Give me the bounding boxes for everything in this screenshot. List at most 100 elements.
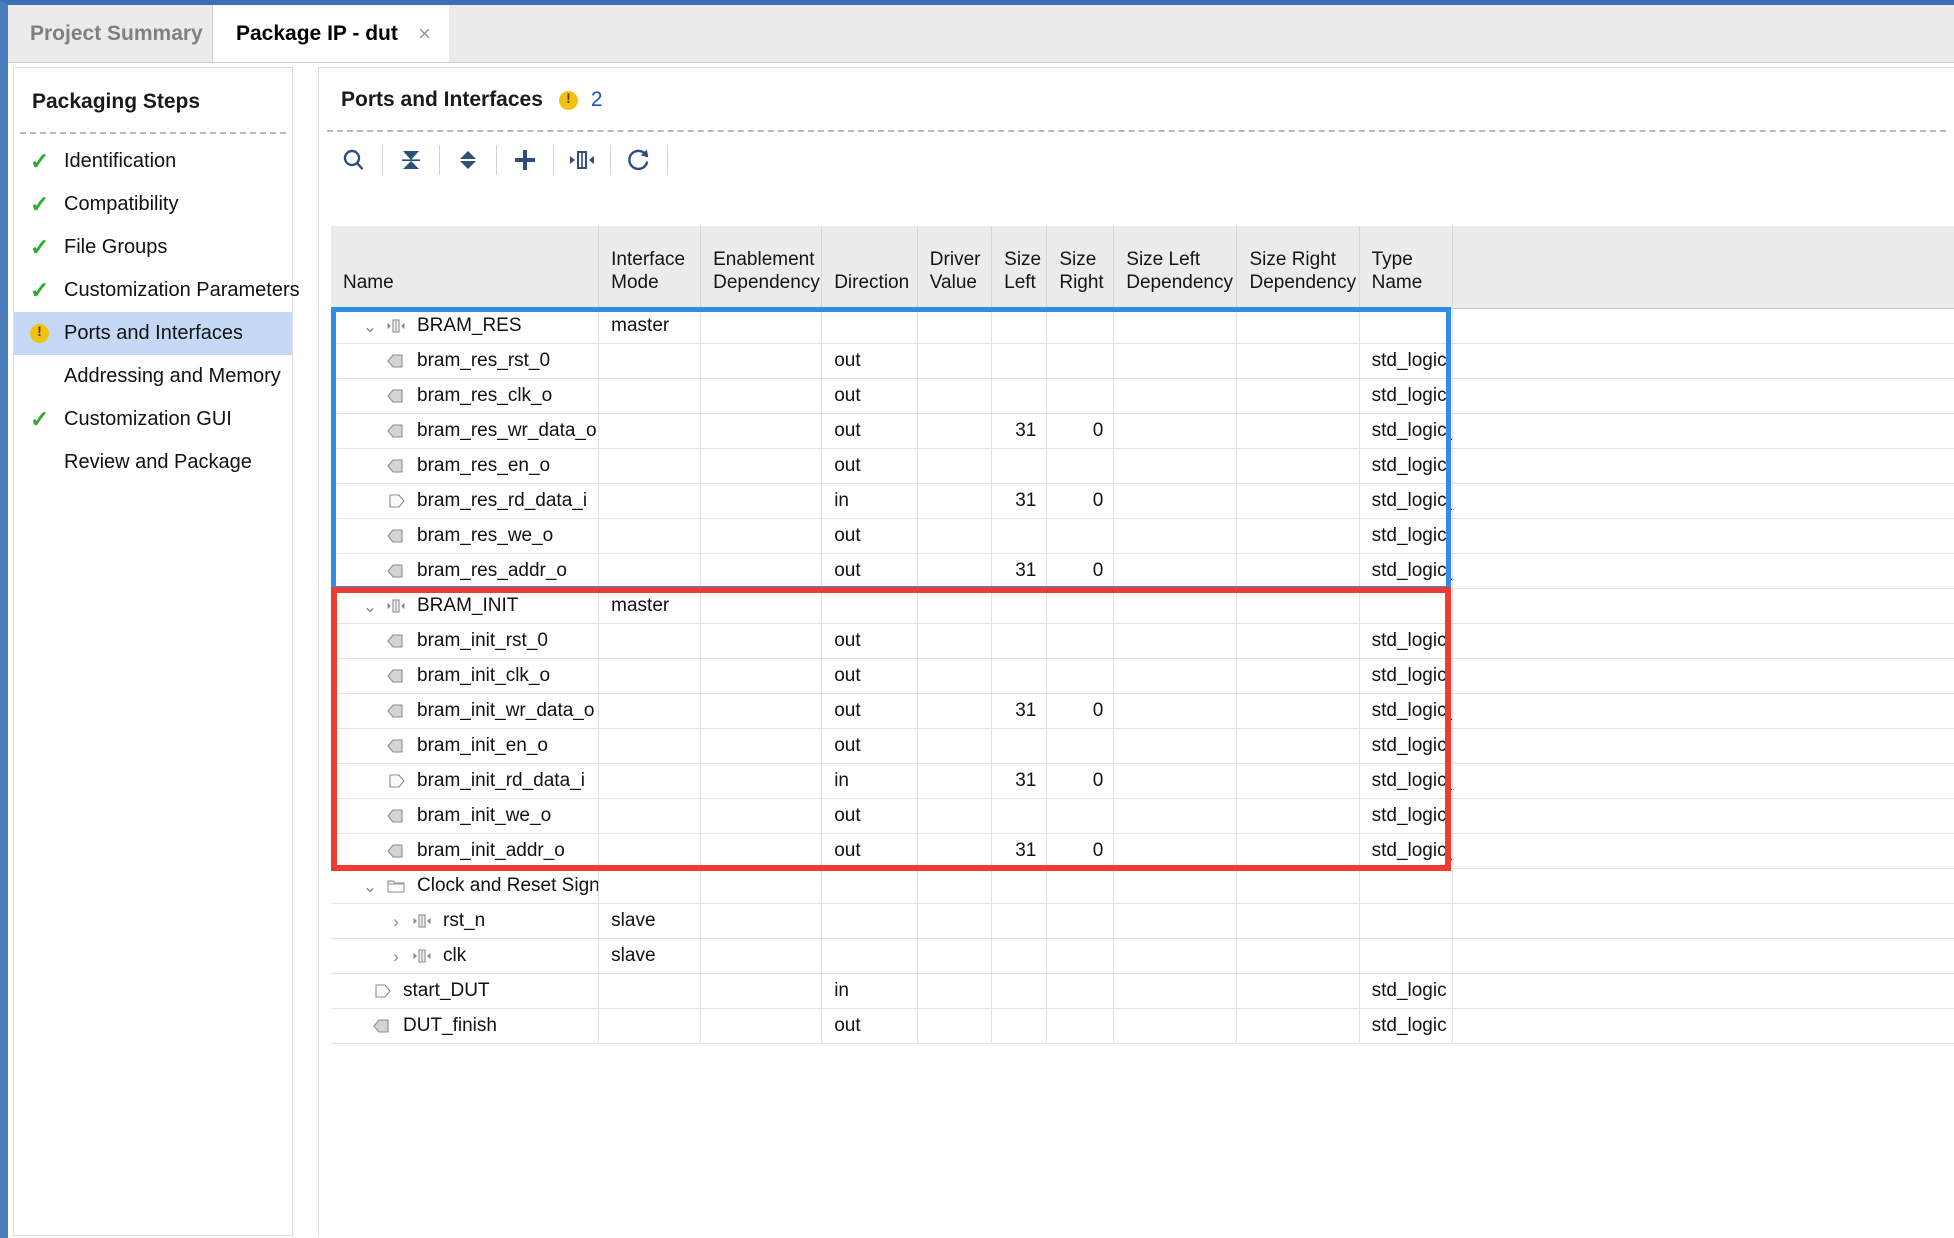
cell-size-left[interactable] <box>991 728 1048 764</box>
cell-name[interactable]: bram_init_wr_data_o <box>331 693 600 729</box>
cell-driver-value[interactable] <box>917 308 993 344</box>
cell-size-right[interactable] <box>1046 938 1115 974</box>
cell-type-name[interactable]: std_logic <box>1359 518 1454 554</box>
table-row[interactable]: bram_init_wr_data_o out 310 std_logic_v <box>331 693 1954 729</box>
cell-direction[interactable]: out <box>821 553 918 589</box>
sidebar-item-addressing-and-memory[interactable]: Addressing and Memory <box>14 355 292 398</box>
cell-size-right[interactable] <box>1046 658 1115 694</box>
cell-size-left-dependency[interactable] <box>1113 588 1238 624</box>
cell-size-right-dependency[interactable] <box>1236 833 1360 869</box>
cell-name[interactable]: ⌄ BRAM_RES <box>331 308 600 344</box>
cell-driver-value[interactable] <box>917 1008 993 1044</box>
cell-type-name[interactable]: std_logic_v <box>1359 483 1454 519</box>
cell-interface-mode[interactable] <box>598 798 702 834</box>
cell-direction[interactable]: out <box>821 728 918 764</box>
cell-interface-mode[interactable] <box>598 658 702 694</box>
cell-driver-value[interactable] <box>917 658 993 694</box>
cell-direction[interactable]: out <box>821 378 918 414</box>
cell-size-left-dependency[interactable] <box>1113 448 1238 484</box>
cell-type-name[interactable]: std_logic <box>1359 448 1454 484</box>
cell-name[interactable]: bram_init_addr_o <box>331 833 600 869</box>
cell-type-name[interactable]: std_logic <box>1359 798 1454 834</box>
cell-type-name[interactable] <box>1359 308 1454 344</box>
table-row[interactable]: bram_res_we_o out std_logic <box>331 518 1954 554</box>
cell-interface-mode[interactable] <box>598 448 702 484</box>
cell-type-name[interactable] <box>1359 868 1454 904</box>
cell-interface-mode[interactable]: slave <box>598 938 702 974</box>
cell-name[interactable]: ⌄ Clock and Reset Signals <box>331 868 600 904</box>
cell-enablement-dependency[interactable] <box>700 588 823 624</box>
cell-direction[interactable]: in <box>821 483 918 519</box>
cell-driver-value[interactable] <box>917 623 993 659</box>
cell-name[interactable]: › rst_n <box>331 903 600 939</box>
cell-interface-mode[interactable]: slave <box>598 903 702 939</box>
cell-size-left-dependency[interactable] <box>1113 413 1238 449</box>
expand-all-icon[interactable] <box>443 138 493 182</box>
table-row[interactable]: bram_init_we_o out std_logic <box>331 798 1954 834</box>
cell-enablement-dependency[interactable] <box>700 658 823 694</box>
cell-size-right[interactable] <box>1046 973 1115 1009</box>
cell-enablement-dependency[interactable] <box>700 903 823 939</box>
table-row[interactable]: › clk slave <box>331 938 1954 974</box>
table-row[interactable]: ⌄ Clock and Reset Signals <box>331 868 1954 904</box>
column-header-name[interactable]: Name <box>331 226 600 309</box>
add-icon[interactable] <box>500 138 550 182</box>
cell-size-right[interactable]: 0 <box>1046 553 1115 589</box>
cell-size-left-dependency[interactable] <box>1113 763 1238 799</box>
cell-size-right-dependency[interactable] <box>1236 693 1360 729</box>
cell-direction[interactable]: out <box>821 413 918 449</box>
cell-enablement-dependency[interactable] <box>700 938 823 974</box>
cell-size-left[interactable] <box>991 1008 1048 1044</box>
cell-driver-value[interactable] <box>917 378 993 414</box>
cell-size-right-dependency[interactable] <box>1236 553 1360 589</box>
cell-size-left-dependency[interactable] <box>1113 693 1238 729</box>
table-row[interactable]: ⌄ BRAM_RES master <box>331 308 1954 344</box>
cell-name[interactable]: bram_init_rd_data_i <box>331 763 600 799</box>
cell-size-left[interactable]: 31 <box>991 413 1048 449</box>
chevron-down-icon[interactable]: ⌄ <box>357 878 383 895</box>
search-icon[interactable] <box>329 138 379 182</box>
column-header-type-name[interactable]: Type Name <box>1359 226 1454 309</box>
cell-enablement-dependency[interactable] <box>700 518 823 554</box>
cell-driver-value[interactable] <box>917 518 993 554</box>
tab-project-summary[interactable]: Project Summary × <box>8 5 230 63</box>
sidebar-item-review-and-package[interactable]: Review and Package <box>14 441 292 484</box>
table-row[interactable]: bram_res_clk_o out std_logic <box>331 378 1954 414</box>
cell-driver-value[interactable] <box>917 973 993 1009</box>
cell-size-left-dependency[interactable] <box>1113 518 1238 554</box>
cell-type-name[interactable]: std_logic <box>1359 623 1454 659</box>
cell-interface-mode[interactable] <box>598 868 702 904</box>
cell-size-right-dependency[interactable] <box>1236 308 1360 344</box>
cell-enablement-dependency[interactable] <box>700 973 823 1009</box>
cell-direction[interactable]: in <box>821 973 918 1009</box>
cell-type-name[interactable]: std_logic <box>1359 658 1454 694</box>
cell-driver-value[interactable] <box>917 798 993 834</box>
cell-size-right[interactable] <box>1046 448 1115 484</box>
cell-size-left-dependency[interactable] <box>1113 623 1238 659</box>
cell-name[interactable]: bram_init_we_o <box>331 798 600 834</box>
table-row[interactable]: bram_init_rst_0 out std_logic <box>331 623 1954 659</box>
cell-size-left[interactable] <box>991 588 1048 624</box>
cell-direction[interactable] <box>821 588 918 624</box>
chevron-down-icon[interactable]: ⌄ <box>357 318 383 335</box>
cell-size-left[interactable] <box>991 378 1048 414</box>
cell-size-left-dependency[interactable] <box>1113 798 1238 834</box>
cell-size-right[interactable] <box>1046 868 1115 904</box>
sidebar-item-customization-gui[interactable]: ✓ Customization GUI <box>14 398 292 441</box>
cell-size-left-dependency[interactable] <box>1113 308 1238 344</box>
cell-direction[interactable]: in <box>821 763 918 799</box>
cell-enablement-dependency[interactable] <box>700 378 823 414</box>
cell-driver-value[interactable] <box>917 343 993 379</box>
cell-interface-mode[interactable] <box>598 623 702 659</box>
cell-direction[interactable] <box>821 938 918 974</box>
cell-size-right-dependency[interactable] <box>1236 903 1360 939</box>
cell-type-name[interactable]: std_logic_v <box>1359 553 1454 589</box>
chevron-down-icon[interactable]: ⌄ <box>357 598 383 615</box>
cell-size-right[interactable] <box>1046 343 1115 379</box>
tab-package-ip-dut[interactable]: Package IP - dut × <box>214 5 449 63</box>
cell-type-name[interactable]: std_logic <box>1359 973 1454 1009</box>
cell-size-right[interactable]: 0 <box>1046 693 1115 729</box>
cell-direction[interactable]: out <box>821 623 918 659</box>
sidebar-item-identification[interactable]: ✓ Identification <box>14 140 292 183</box>
cell-driver-value[interactable] <box>917 483 993 519</box>
